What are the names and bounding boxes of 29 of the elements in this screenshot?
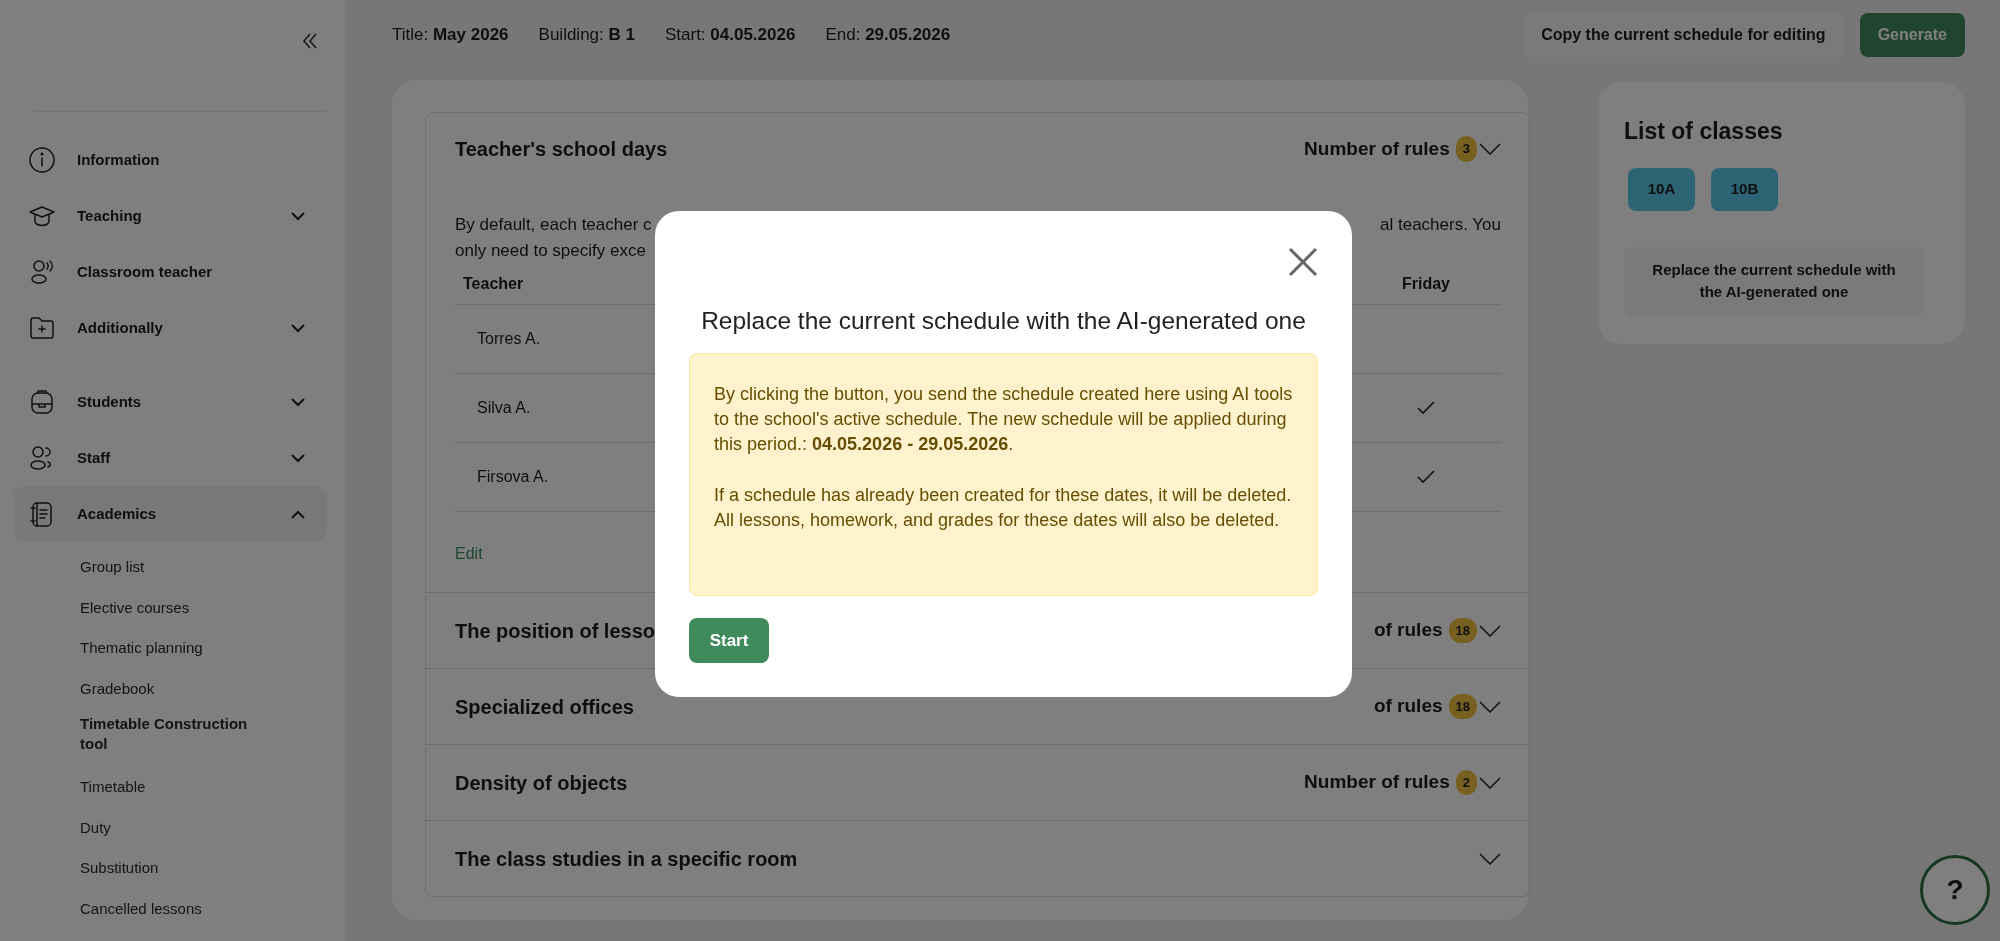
rules-count: 3 (1455, 136, 1477, 162)
section-title: Specialized offices (455, 694, 634, 720)
teacher-name: Firsova A. (477, 467, 549, 487)
section-title: The position of lesso (455, 618, 655, 644)
rules-label: Number of rules (1304, 770, 1450, 795)
warning-text: By clicking the button, you send the schedule created here using AI tools to the school's active schedule. The new schedule will be applied during this period.: 04.05.2026 - 29.05.2026. (714, 383, 1293, 456)
section-title: Teacher's school days (455, 137, 668, 162)
column-header: Friday (1402, 275, 1450, 292)
rules-label: Number of rules (1304, 136, 1450, 161)
schedule-field: Building: B 1 (538, 22, 635, 48)
section-title: The class studies in a specific room (455, 846, 798, 872)
schedule-field: Title: May 2026 (392, 22, 509, 48)
description-text: al teachers. You (1380, 215, 1501, 234)
description-text: By default, each teacher c (455, 214, 652, 236)
teacher-name: Torres A. (477, 329, 541, 349)
schedule-field: End: 29.05.2026 (825, 22, 951, 48)
schedule-field: Start: 04.05.2026 (664, 22, 796, 48)
warning-text: If a schedule has already been created for these dates, it will be deleted. All lessons, homework, and grades for these dates will also be deleted. (714, 484, 1293, 532)
description-text: only need to specify exce (455, 240, 647, 262)
rules-label: of rules (1373, 694, 1443, 719)
panel-title: List of classes (1624, 118, 1784, 146)
modal-title: Replace the current schedule with the AI-generated one (700, 306, 1307, 336)
teacher-name: Silva A. (477, 398, 531, 418)
section-title: Density of objects (455, 770, 628, 796)
rules-count: 18 (1448, 617, 1477, 644)
column-header: Teacher (463, 275, 524, 292)
rules-count: 2 (1455, 769, 1477, 796)
rules-label: of rules (1373, 618, 1443, 643)
rules-count: 18 (1448, 693, 1477, 720)
